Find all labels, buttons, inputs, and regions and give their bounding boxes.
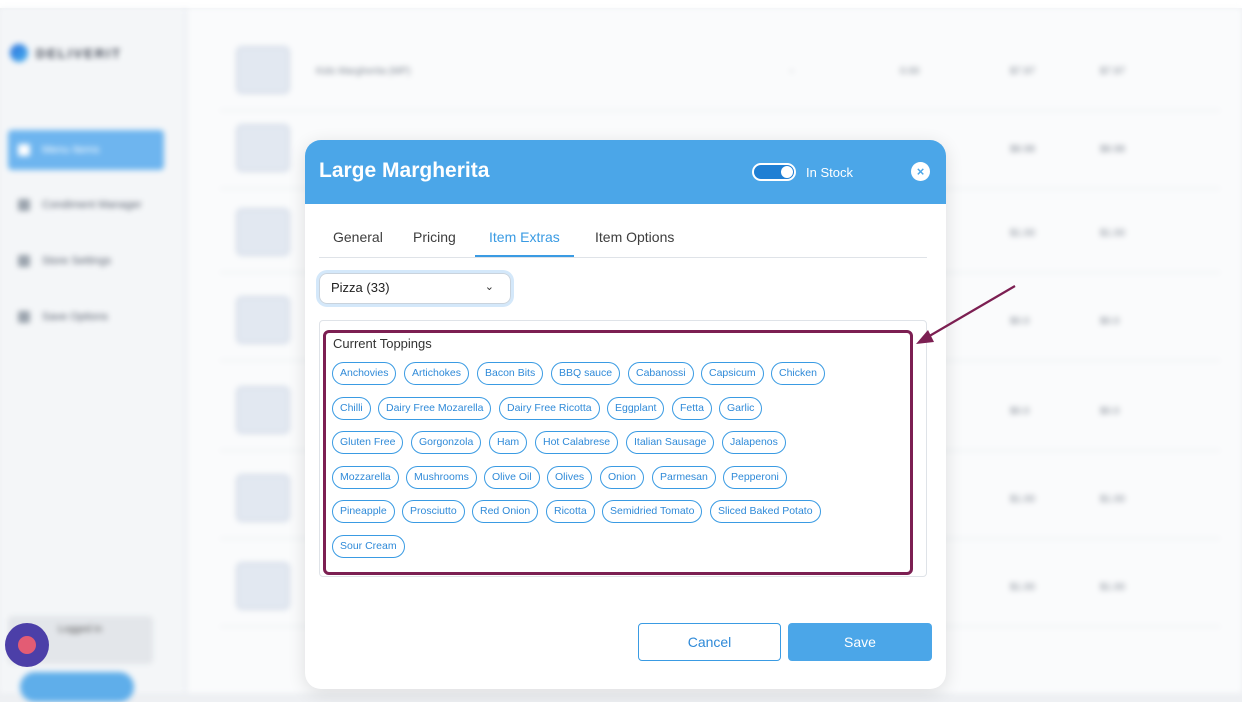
topping-chip[interactable]: Eggplant xyxy=(607,396,665,420)
table-cell: $0.0 xyxy=(1010,406,1030,417)
in-stock-label: In Stock xyxy=(806,165,853,180)
chevron-down-icon: ⌄ xyxy=(484,281,494,293)
topping-chip[interactable]: Sliced Baked Potato xyxy=(710,500,821,523)
item-thumbnail-icon xyxy=(236,474,290,522)
modal-header: Large Margherita In Stock × xyxy=(305,140,946,204)
topping-chip[interactable]: Sour Cream xyxy=(332,534,405,558)
table-cell: $7.97 xyxy=(1010,66,1036,77)
topping-chip[interactable]: Mozzarella xyxy=(332,465,399,489)
topping-chip[interactable]: Pineapple xyxy=(332,500,395,523)
modal-tabs: General Pricing Item Extras Item Options xyxy=(319,220,927,258)
sidebar-item-store-settings[interactable]: Store Settings xyxy=(8,241,164,281)
table-cell: - xyxy=(790,66,794,77)
topping-chip[interactable]: Chilli xyxy=(332,396,371,420)
topping-chip[interactable]: Cabanossi xyxy=(628,362,694,385)
topping-chip[interactable]: Hot Calabrese xyxy=(535,431,619,454)
item-thumbnail-icon xyxy=(236,386,290,434)
logout-button[interactable] xyxy=(20,672,134,702)
close-icon[interactable]: × xyxy=(911,162,930,181)
sidebar-item-label: Store Settings xyxy=(42,255,112,267)
toggle-knob xyxy=(781,166,793,178)
table-cell: $1.00 xyxy=(1010,494,1036,505)
topping-chip[interactable]: Ricotta xyxy=(546,500,595,523)
topping-chip[interactable]: Onion xyxy=(600,465,645,489)
sidebar-item-save-options[interactable]: Save Options xyxy=(8,297,164,337)
table-cell: $0.0 xyxy=(1100,406,1120,417)
table-cell: $1.00 xyxy=(1010,228,1036,239)
topping-chip[interactable]: Parmesan xyxy=(652,465,716,489)
sidebar: DELIVERIT Menu Items Condiment Manager S… xyxy=(0,8,187,702)
item-thumbnail-icon xyxy=(236,46,290,94)
topping-chip[interactable]: Artichokes xyxy=(404,362,470,385)
topping-chip[interactable]: Dairy Free Mozarella xyxy=(378,396,492,420)
topping-chip[interactable]: Mushrooms xyxy=(406,465,477,489)
topping-chip[interactable]: Italian Sausage xyxy=(626,431,715,454)
topping-chip[interactable]: Gluten Free xyxy=(332,431,404,454)
item-thumbnail-icon xyxy=(236,296,290,344)
topping-chip[interactable]: Semidried Tomato xyxy=(602,500,703,523)
item-thumbnail-icon xyxy=(236,562,290,610)
topping-chip[interactable]: Prosciutto xyxy=(402,500,465,523)
table-cell: $0.0 xyxy=(1100,316,1120,327)
topping-chip[interactable]: Red Onion xyxy=(472,500,539,523)
in-stock-toggle[interactable] xyxy=(752,163,796,181)
topping-chip[interactable]: Capsicum xyxy=(701,362,764,385)
topping-chip[interactable]: Anchovies xyxy=(332,362,397,385)
tab-pricing[interactable]: Pricing xyxy=(399,229,470,257)
edit-item-modal: Large Margherita In Stock × General Pric… xyxy=(305,140,946,689)
topping-chip[interactable]: Garlic xyxy=(719,396,763,420)
sidebar-item-condiment-manager[interactable]: Condiment Manager xyxy=(8,185,164,225)
item-thumbnail-icon xyxy=(236,124,290,172)
table-cell: $1.00 xyxy=(1100,582,1126,593)
topping-chip[interactable]: Dairy Free Ricotta xyxy=(499,396,600,420)
store-icon xyxy=(18,255,30,267)
extras-group-select[interactable]: Pizza (33) ⌄ xyxy=(319,273,511,304)
topping-chip[interactable]: BBQ sauce xyxy=(551,362,621,385)
toppings-title: Current Toppings xyxy=(333,336,432,351)
app-logo: DELIVERIT xyxy=(10,44,122,62)
table-cell: $8.98 xyxy=(1100,144,1126,155)
chat-bubble-icon xyxy=(18,636,36,654)
topping-chip[interactable]: Ham xyxy=(489,431,528,454)
table-row[interactable]: Kids Margherita (MP) - 0.00 $7.97 $7.97 xyxy=(220,34,1220,111)
topping-chip[interactable]: Olive Oil xyxy=(484,465,540,489)
save-icon xyxy=(18,311,30,323)
sidebar-item-label: Condiment Manager xyxy=(42,199,142,211)
save-button[interactable]: Save xyxy=(788,623,932,661)
condiment-icon xyxy=(18,199,30,211)
topping-chip[interactable]: Fetta xyxy=(672,396,712,420)
sidebar-item-menu-items[interactable]: Menu Items xyxy=(8,130,164,170)
select-value: Pizza (33) xyxy=(331,280,390,295)
topping-chip[interactable]: Jalapenos xyxy=(722,431,786,454)
topping-chip[interactable]: Pepperoni xyxy=(723,465,787,489)
logo-text: DELIVERIT xyxy=(36,45,122,61)
topping-chip[interactable]: Gorgonzola xyxy=(411,431,482,454)
sidebar-item-label: Save Options xyxy=(42,311,109,323)
table-cell: $7.97 xyxy=(1100,66,1126,77)
modal-title: Large Margherita xyxy=(319,159,490,182)
table-cell: $1.00 xyxy=(1100,494,1126,505)
item-thumbnail-icon xyxy=(236,208,290,256)
table-cell: 0.00 xyxy=(900,66,920,77)
tab-item-options[interactable]: Item Options xyxy=(581,229,688,257)
cancel-button[interactable]: Cancel xyxy=(638,623,781,661)
menu-icon xyxy=(18,144,30,156)
tab-general[interactable]: General xyxy=(319,229,397,257)
annotation-arrow-icon xyxy=(916,285,1016,344)
logo-mark-icon xyxy=(10,44,28,62)
item-name: Kids Margherita (MP) xyxy=(316,66,411,77)
tab-item-extras[interactable]: Item Extras xyxy=(475,229,574,257)
table-cell: $1.00 xyxy=(1100,228,1126,239)
user-label: Logged in xyxy=(58,624,102,635)
chat-launcher-button[interactable] xyxy=(5,623,49,667)
sidebar-item-label: Menu Items xyxy=(42,144,100,156)
topping-chip[interactable]: Bacon Bits xyxy=(477,362,544,385)
topping-chip[interactable]: Olives xyxy=(547,465,593,489)
table-cell: $8.98 xyxy=(1010,144,1036,155)
topping-chip[interactable]: Chicken xyxy=(771,362,825,385)
table-cell: $1.00 xyxy=(1010,582,1036,593)
top-strip xyxy=(0,0,1242,8)
